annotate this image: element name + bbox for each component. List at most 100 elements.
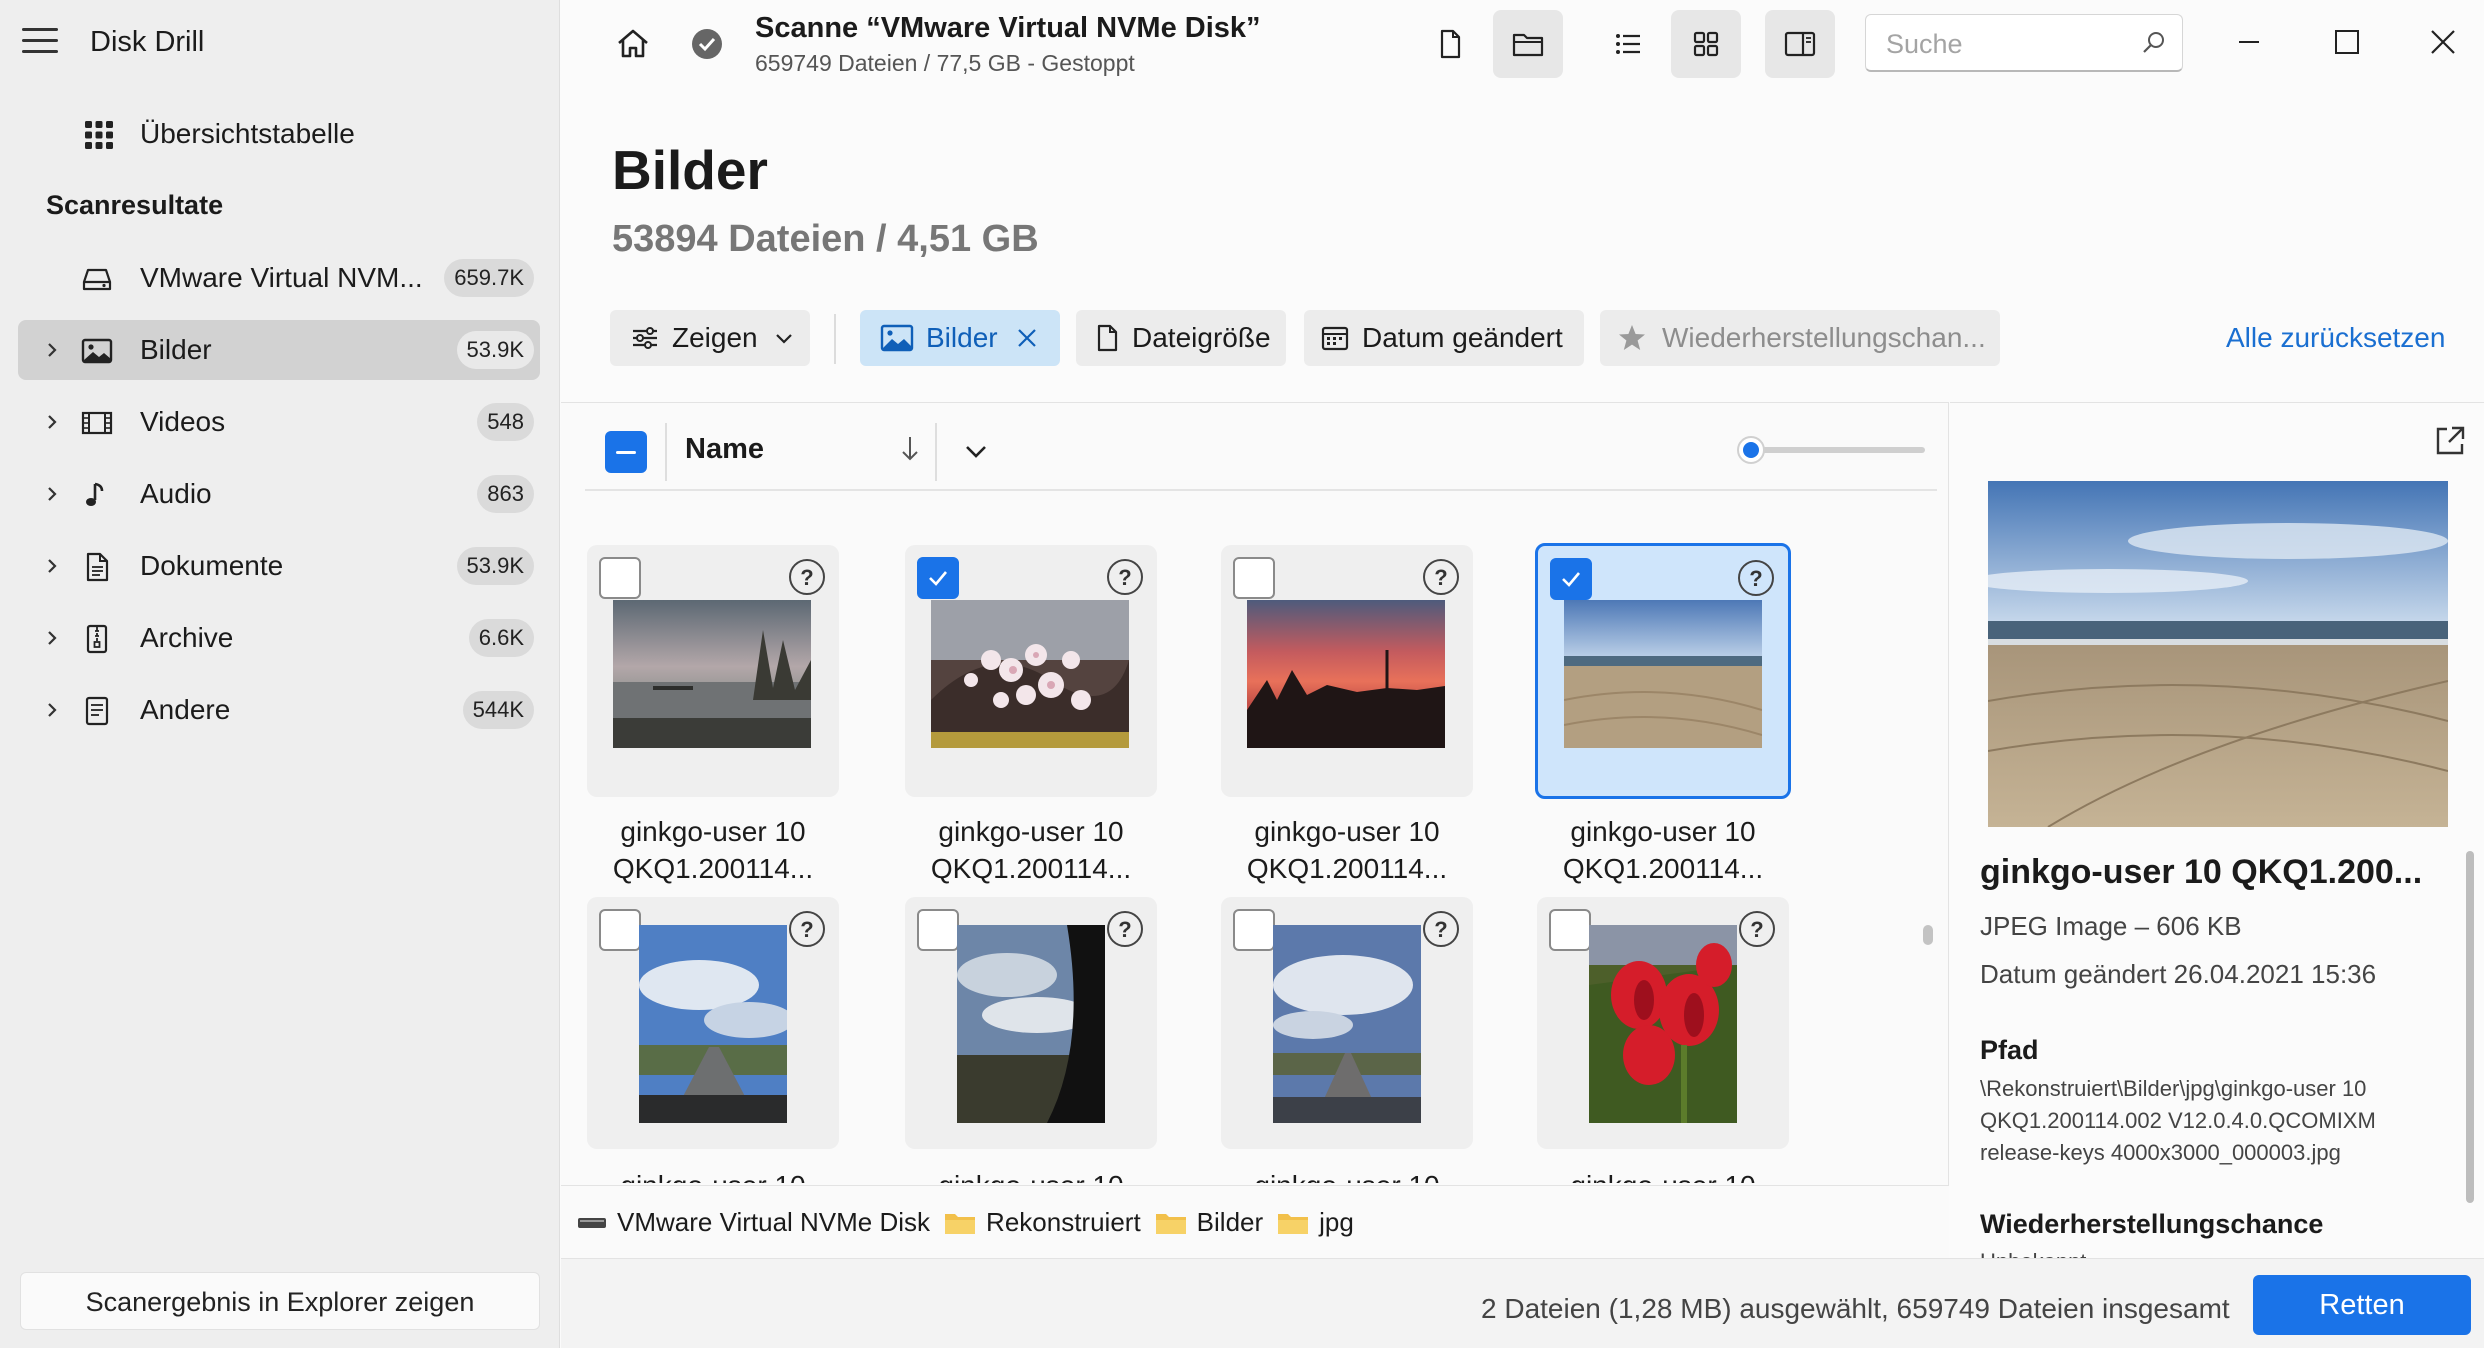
help-icon[interactable]: ? bbox=[1423, 911, 1459, 947]
search-input[interactable] bbox=[1886, 27, 2136, 61]
recovery-chance-heading: Wiederherstellungschance bbox=[1980, 1209, 2324, 1239]
sidebar-item-andere[interactable]: Andere 544K bbox=[18, 680, 540, 740]
help-icon[interactable]: ? bbox=[1107, 559, 1143, 595]
chevron-right-icon[interactable] bbox=[42, 628, 62, 648]
name-column-header[interactable]: Name bbox=[685, 433, 764, 466]
select-all-checkbox[interactable] bbox=[605, 431, 647, 473]
header-underline bbox=[585, 489, 1937, 491]
file-tile[interactable]: ? bbox=[587, 545, 839, 797]
image-thumbnail bbox=[1564, 600, 1762, 748]
count-badge: 544K bbox=[462, 691, 534, 729]
help-icon[interactable]: ? bbox=[1738, 560, 1774, 596]
open-external-icon[interactable] bbox=[2432, 423, 2468, 459]
help-icon[interactable]: ? bbox=[1739, 911, 1775, 947]
sidebar-section-title: Scanresultate bbox=[46, 190, 224, 220]
breadcrumb: VMware Virtual NVMe Disk Rekonstruiert B… bbox=[561, 1185, 1949, 1259]
file-icon bbox=[1097, 324, 1118, 352]
file-checkbox[interactable] bbox=[599, 557, 641, 599]
preview-scrollbar[interactable] bbox=[2466, 851, 2474, 1203]
slider-handle[interactable] bbox=[1737, 436, 1765, 464]
breadcrumb-item-disk[interactable]: VMware Virtual NVMe Disk bbox=[577, 1207, 930, 1238]
sidebar-item-overview[interactable]: Übersichtstabelle bbox=[18, 104, 540, 164]
file-tile[interactable]: ? bbox=[1537, 897, 1789, 1149]
count-badge: 6.6K bbox=[468, 619, 534, 657]
sidebar-item-bilder[interactable]: Bilder 53.9K bbox=[18, 320, 540, 380]
chevron-right-icon[interactable] bbox=[42, 700, 62, 720]
file-checkbox[interactable] bbox=[917, 909, 959, 951]
sidebar-item-videos[interactable]: Videos 548 bbox=[18, 392, 540, 452]
minimize-icon bbox=[2239, 41, 2259, 43]
sidebar-item-disk[interactable]: VMware Virtual NVM... 659.7K bbox=[18, 248, 540, 308]
maximize-button[interactable] bbox=[2325, 20, 2369, 64]
search-icon[interactable] bbox=[2140, 29, 2168, 57]
grid-view-button[interactable] bbox=[1671, 10, 1741, 78]
chevron-right-icon[interactable] bbox=[42, 556, 62, 576]
file-tile[interactable]: ? bbox=[1221, 545, 1473, 797]
file-name: ginkgo-user 10 QKQ1.200114... bbox=[1562, 816, 1764, 884]
sidebar-item-archive[interactable]: Archive 6.6K bbox=[18, 608, 540, 668]
show-in-explorer-button[interactable]: Scanergebnis in Explorer zeigen bbox=[20, 1272, 540, 1330]
preview-image bbox=[1988, 481, 2448, 827]
file-checkbox[interactable] bbox=[599, 909, 641, 951]
thumbnail-size-slider[interactable] bbox=[1751, 447, 1925, 453]
archive-icon bbox=[86, 624, 108, 654]
file-tile[interactable]: ? bbox=[905, 545, 1157, 797]
file-icon bbox=[1440, 29, 1461, 59]
reset-all-link[interactable]: Alle zurücksetzen bbox=[2226, 322, 2445, 354]
chevron-down-icon[interactable] bbox=[961, 437, 991, 467]
minimize-button[interactable] bbox=[2227, 20, 2271, 64]
breadcrumb-item-bilder[interactable]: Bilder bbox=[1155, 1207, 1263, 1238]
side-panel-icon bbox=[1784, 31, 1816, 57]
folder-icon bbox=[1278, 1213, 1309, 1234]
folder-view-button[interactable] bbox=[1493, 10, 1563, 78]
sidebar-item-dokumente[interactable]: Dokumente 53.9K bbox=[18, 536, 540, 596]
file-checkbox-checked[interactable] bbox=[917, 557, 959, 599]
chevron-right-icon[interactable] bbox=[42, 484, 62, 504]
show-filter-dropdown[interactable]: Zeigen bbox=[610, 310, 810, 366]
close-button[interactable] bbox=[2421, 20, 2465, 64]
home-icon[interactable] bbox=[611, 22, 655, 66]
list-view-button[interactable] bbox=[1593, 10, 1663, 78]
date-modified-filter[interactable]: Datum geändert bbox=[1304, 310, 1584, 366]
file-tile-selected[interactable]: ? bbox=[1535, 543, 1791, 799]
chevron-right-icon[interactable] bbox=[42, 340, 62, 360]
recovery-chance-filter[interactable]: Wiederherstellungschan... bbox=[1600, 310, 2000, 366]
grid-scrollbar[interactable] bbox=[1923, 925, 1933, 945]
file-tile[interactable]: ? bbox=[1221, 897, 1473, 1149]
preview-date-modified: Datum geändert 26.04.2021 15:36 bbox=[1980, 959, 2377, 989]
file-checkbox[interactable] bbox=[1233, 557, 1275, 599]
help-icon[interactable]: ? bbox=[789, 559, 825, 595]
page-title: Bilder bbox=[612, 139, 768, 201]
file-view-button[interactable] bbox=[1415, 10, 1485, 78]
help-icon[interactable]: ? bbox=[789, 911, 825, 947]
close-icon bbox=[2431, 30, 2455, 54]
breadcrumb-item-jpg[interactable]: jpg bbox=[1277, 1207, 1354, 1238]
file-tile[interactable]: ? bbox=[587, 897, 839, 1149]
status-bar: 2 Dateien (1,28 MB) ausgewählt, 659749 D… bbox=[561, 1258, 2484, 1348]
preview-pane-button[interactable] bbox=[1765, 10, 1835, 78]
close-icon[interactable] bbox=[1014, 325, 1040, 351]
help-icon[interactable]: ? bbox=[1107, 911, 1143, 947]
hamburger-menu-icon[interactable] bbox=[22, 28, 58, 58]
breadcrumb-item-rekonstruiert[interactable]: Rekonstruiert bbox=[944, 1207, 1141, 1238]
filesize-filter-label: Dateigröße bbox=[1132, 322, 1271, 353]
help-icon[interactable]: ? bbox=[1423, 559, 1459, 595]
file-checkbox[interactable] bbox=[1233, 909, 1275, 951]
page-subtitle: 53894 Dateien / 4,51 GB bbox=[612, 218, 1039, 260]
file-checkbox-checked[interactable] bbox=[1550, 558, 1592, 600]
file-tile[interactable]: ? bbox=[905, 897, 1157, 1149]
sort-down-arrow-icon[interactable] bbox=[895, 431, 925, 467]
image-icon bbox=[880, 324, 914, 352]
file-grid-panel: Name ? ginkgo-user 10 QKQ1.200114... ? g… bbox=[561, 402, 1949, 1259]
chevron-right-icon[interactable] bbox=[42, 412, 62, 432]
sidebar-item-audio[interactable]: Audio 863 bbox=[18, 464, 540, 524]
images-filter-chip[interactable]: Bilder bbox=[860, 310, 1060, 366]
filesize-filter[interactable]: Dateigröße bbox=[1076, 310, 1286, 366]
sidebar-item-label: VMware Virtual NVM... bbox=[140, 262, 423, 293]
sidebar: Disk Drill Übersichtstabelle Scanresulta… bbox=[0, 0, 560, 1348]
file-name: ginkgo-user 10 bbox=[587, 1167, 839, 1183]
file-checkbox[interactable] bbox=[1549, 909, 1591, 951]
recover-button[interactable]: Retten bbox=[2253, 1275, 2471, 1335]
image-icon bbox=[81, 338, 113, 364]
chevron-down-icon bbox=[775, 334, 792, 344]
